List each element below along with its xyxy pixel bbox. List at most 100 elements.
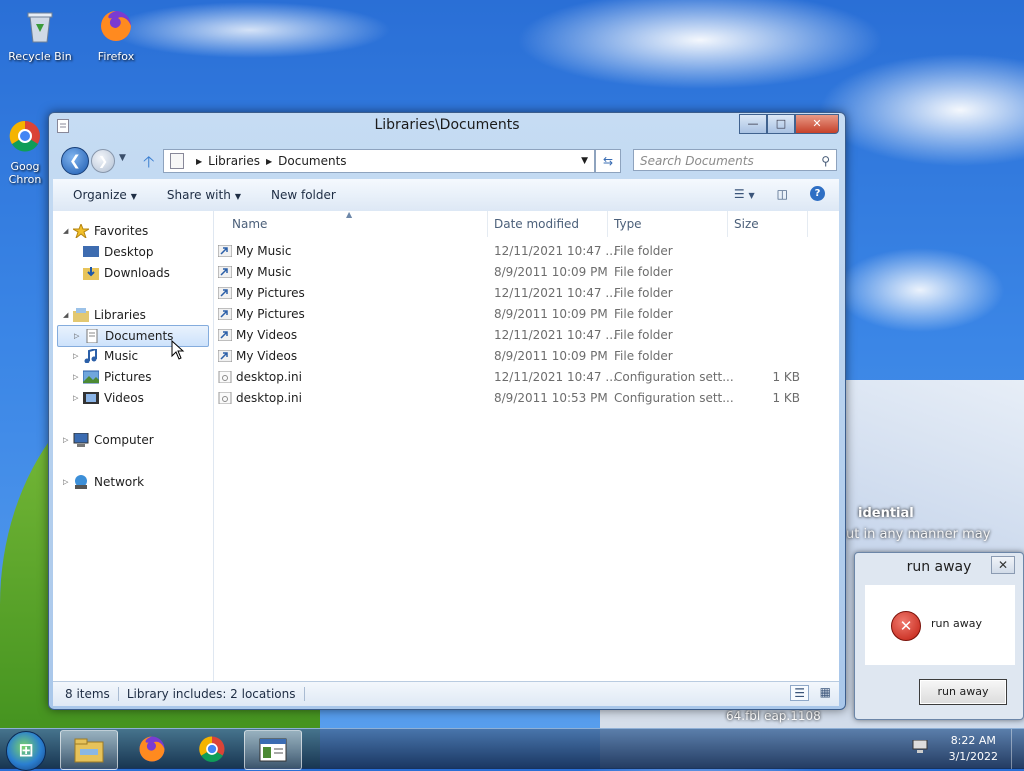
nav-desktop[interactable]: Desktop bbox=[83, 242, 154, 262]
back-button[interactable]: ❮ bbox=[61, 147, 89, 175]
file-row[interactable]: My Music 8/9/2011 10:09 PM File folder bbox=[214, 262, 814, 283]
network-tray-icon[interactable] bbox=[912, 740, 928, 754]
file-row[interactable]: desktop.ini 12/11/2021 10:47 ... Configu… bbox=[214, 367, 814, 388]
search-input[interactable]: Search Documents ⚲ bbox=[633, 149, 837, 171]
nav-music[interactable]: ▷ Music bbox=[73, 346, 138, 366]
column-name-label: Name bbox=[232, 217, 268, 231]
item-count: 8 items bbox=[65, 687, 119, 701]
firefox-icon bbox=[101, 11, 131, 41]
nav-downloads[interactable]: Downloads bbox=[83, 263, 170, 283]
file-row[interactable]: My Pictures 8/9/2011 10:09 PM File folde… bbox=[214, 304, 814, 325]
taskbar-chrome[interactable] bbox=[184, 730, 240, 768]
file-row[interactable]: My Videos 12/11/2021 10:47 ... File fold… bbox=[214, 325, 814, 346]
collapse-triangle-icon: ▷ bbox=[74, 332, 80, 340]
breadcrumb-separator-icon: ▶ bbox=[265, 156, 273, 166]
libraries-icon bbox=[73, 308, 89, 322]
refresh-button[interactable]: ⇆ bbox=[595, 149, 621, 173]
column-header-date[interactable]: Date modified bbox=[488, 211, 608, 237]
search-placeholder: Search Documents bbox=[640, 154, 754, 168]
start-button[interactable]: ⊞ bbox=[6, 731, 46, 771]
collapse-triangle-icon: ▷ bbox=[73, 373, 79, 381]
minimize-button[interactable]: — bbox=[739, 114, 767, 134]
expand-triangle-icon: ◢ bbox=[63, 227, 69, 235]
nav-favorites[interactable]: ◢ Favorites bbox=[63, 221, 148, 241]
expand-triangle-icon: ◢ bbox=[63, 311, 69, 319]
taskbar-firefox[interactable] bbox=[124, 730, 180, 768]
folder-shortcut-icon bbox=[218, 266, 232, 278]
nav-favorites-label: Favorites bbox=[94, 224, 149, 238]
file-date: 8/9/2011 10:53 PM bbox=[494, 391, 608, 405]
arrow-left-icon: ❮ bbox=[69, 153, 81, 169]
folder-icon bbox=[74, 738, 104, 763]
maximize-button[interactable]: □ bbox=[767, 114, 795, 134]
nav-libraries[interactable]: ◢ Libraries bbox=[63, 305, 146, 325]
network-icon bbox=[75, 475, 87, 489]
star-icon bbox=[73, 224, 89, 238]
file-date: 8/9/2011 10:09 PM bbox=[494, 349, 608, 363]
nav-pictures[interactable]: ▷ Pictures bbox=[73, 367, 152, 387]
up-button[interactable]: 🡡 bbox=[143, 151, 155, 178]
close-button[interactable]: ✕ bbox=[795, 114, 839, 134]
help-icon[interactable]: ? bbox=[810, 186, 825, 201]
column-header-size[interactable]: Size bbox=[728, 211, 808, 237]
breadcrumb-documents[interactable]: Documents bbox=[278, 154, 346, 168]
dialog-message: run away bbox=[931, 617, 982, 630]
forward-button[interactable]: ❯ bbox=[91, 149, 115, 173]
dialog-ok-button[interactable]: run away bbox=[919, 679, 1007, 705]
new-folder-button[interactable]: New folder bbox=[271, 188, 336, 202]
file-size: 1 KB bbox=[772, 370, 800, 384]
preview-pane-icon[interactable]: ◫ bbox=[777, 187, 788, 201]
nav-network[interactable]: ▷ Network bbox=[63, 472, 144, 492]
organize-button[interactable]: Organize ▼ bbox=[73, 188, 137, 202]
nav-pictures-label: Pictures bbox=[104, 370, 152, 384]
nav-videos[interactable]: ▷ Videos bbox=[73, 388, 144, 408]
documents-icon bbox=[86, 329, 98, 343]
folder-shortcut-icon bbox=[218, 350, 232, 362]
file-name: My Pictures bbox=[236, 286, 305, 300]
status-bar: 8 items Library includes: 2 locations ☰ … bbox=[53, 681, 839, 706]
column-header-name[interactable]: Name ▲ bbox=[226, 210, 488, 237]
collapse-triangle-icon: ▷ bbox=[63, 478, 69, 486]
share-with-button[interactable]: Share with ▼ bbox=[167, 188, 241, 202]
show-desktop-button[interactable] bbox=[1011, 729, 1024, 769]
wallpaper-text-2: ut in any manner may bbox=[846, 527, 991, 542]
large-icons-view-icon[interactable]: ▦ bbox=[820, 685, 831, 699]
file-date: 8/9/2011 10:09 PM bbox=[494, 265, 608, 279]
desktop-icon-chrome[interactable]: Goog Chron bbox=[0, 118, 50, 186]
taskbar-explorer[interactable] bbox=[60, 730, 118, 770]
nav-computer[interactable]: ▷ Computer bbox=[63, 430, 154, 450]
dialog-close-button[interactable]: ✕ bbox=[991, 556, 1015, 574]
address-dropdown-icon[interactable]: ▼ bbox=[581, 156, 588, 166]
chrome-icon bbox=[199, 736, 225, 762]
chrome-label-line1: Goog bbox=[10, 160, 40, 173]
address-bar[interactable]: ▶ Libraries ▶ Documents ▼ bbox=[163, 149, 595, 173]
file-row[interactable]: My Music 12/11/2021 10:47 ... File folde… bbox=[214, 241, 814, 262]
column-header-type[interactable]: Type bbox=[608, 211, 728, 237]
sort-ascending-icon: ▲ bbox=[346, 210, 353, 219]
desktop-icon-recycle-bin[interactable]: Recycle Bin bbox=[4, 8, 76, 63]
window-app-icon bbox=[259, 738, 287, 762]
file-row[interactable]: desktop.ini 8/9/2011 10:53 PM Configurat… bbox=[214, 388, 814, 409]
file-name: My Music bbox=[236, 265, 292, 279]
videos-icon bbox=[83, 392, 99, 404]
file-list: Name ▲ Date modified Type Size My Music 1… bbox=[214, 210, 839, 681]
file-type: Configuration sett... bbox=[614, 391, 734, 405]
windows-logo-icon: ⊞ bbox=[18, 740, 34, 761]
file-name: desktop.ini bbox=[236, 391, 302, 405]
details-view-icon[interactable]: ☰ bbox=[790, 685, 809, 701]
recent-pages-dropdown[interactable]: ▼ bbox=[119, 153, 126, 163]
system-clock[interactable]: 8:22 AM 3/1/2022 bbox=[949, 733, 998, 765]
chrome-icon bbox=[9, 120, 40, 152]
library-icon bbox=[170, 153, 184, 169]
mouse-cursor-icon bbox=[171, 340, 185, 360]
view-options-button[interactable]: ☰ ▼ bbox=[734, 187, 755, 201]
file-row[interactable]: My Videos 8/9/2011 10:09 PM File folder bbox=[214, 346, 814, 367]
breadcrumb-libraries[interactable]: Libraries bbox=[208, 154, 260, 168]
desktop-icon-firefox[interactable]: Firefox bbox=[80, 8, 152, 63]
nav-documents[interactable]: ▷ Documents bbox=[57, 325, 209, 347]
file-row[interactable]: My Pictures 12/11/2021 10:47 ... File fo… bbox=[214, 283, 814, 304]
taskbar-app-window[interactable] bbox=[244, 730, 302, 770]
taskbar: ⊞ 8:22 AM 3/1/2022 bbox=[0, 728, 1024, 771]
collapse-triangle-icon: ▷ bbox=[73, 352, 79, 360]
nav-music-label: Music bbox=[104, 349, 139, 363]
